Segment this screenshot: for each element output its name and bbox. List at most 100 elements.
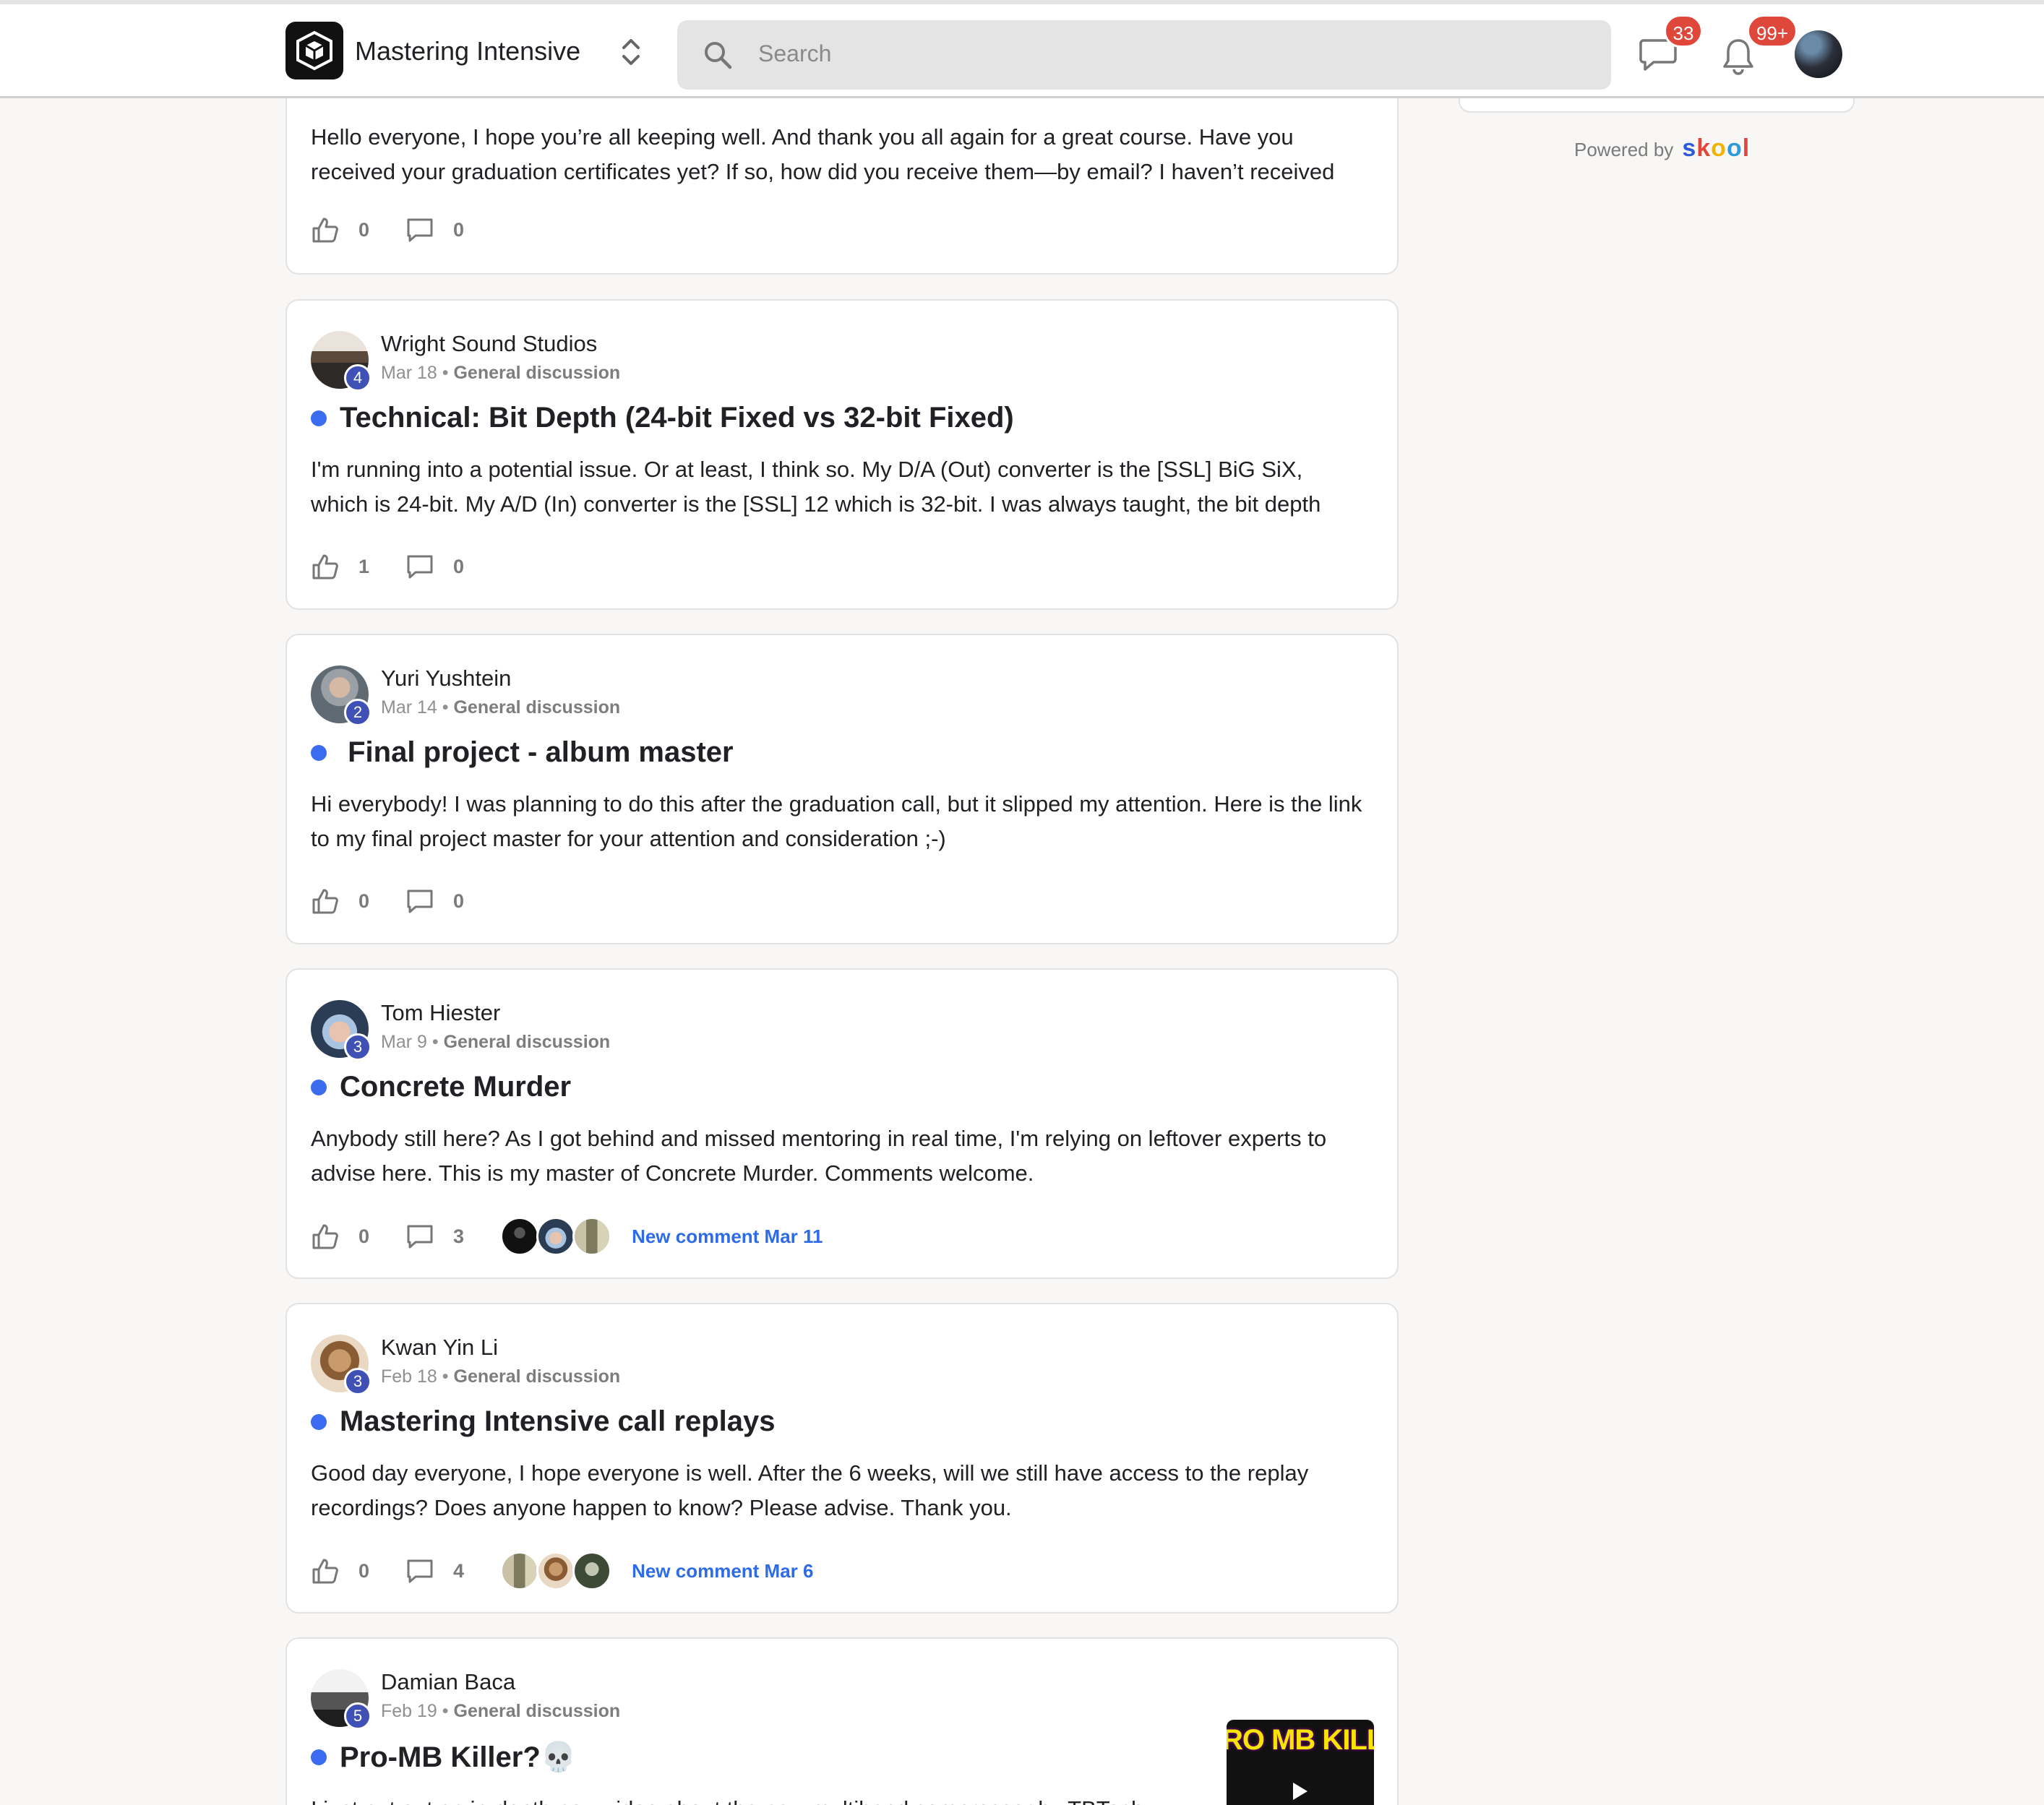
commenter-avatar — [536, 1217, 576, 1256]
author-name[interactable]: Kwan Yin Li — [381, 1335, 498, 1361]
post-meta: Mar 18 • General discussion — [381, 363, 621, 383]
author-name[interactable]: Damian Baca — [381, 1669, 515, 1695]
comment-bubble-icon[interactable] — [405, 887, 434, 916]
author-name[interactable]: Tom Hiester — [381, 1000, 500, 1026]
comment-bubble-icon[interactable] — [405, 215, 434, 244]
post-title[interactable]: Pro-MB Killer?💀 — [340, 1740, 577, 1774]
level-badge: 3 — [344, 1368, 372, 1395]
like-thumb-icon[interactable] — [311, 215, 340, 244]
commenter-avatar — [500, 1551, 540, 1590]
post-excerpt: Hello everyone, I hope you’re all keepin… — [311, 124, 1335, 184]
post-title-row[interactable]: Mastering Intensive call replays — [311, 1405, 775, 1438]
group-logo[interactable] — [285, 22, 343, 79]
commenter-avatar — [572, 1217, 612, 1256]
post-category[interactable]: General discussion — [444, 1032, 611, 1052]
post-actions: 0 0 — [311, 215, 500, 244]
author-name[interactable]: Yuri Yushtein — [381, 665, 511, 692]
commenter-avatar — [536, 1551, 576, 1590]
comment-bubble-icon[interactable] — [405, 1222, 434, 1251]
new-comment-link[interactable]: New comment Mar 11 — [632, 1225, 823, 1248]
level-badge: 3 — [344, 1033, 372, 1061]
unread-dot — [311, 410, 327, 426]
commenter-avatar — [572, 1551, 612, 1590]
post-title[interactable]: Concrete Murder — [340, 1071, 571, 1103]
post-card[interactable]: 2 Yuri Yushtein Mar 14 • General discuss… — [285, 634, 1399, 944]
like-count: 0 — [358, 218, 370, 241]
post-card[interactable]: 5 Damian Baca Feb 19 • General discussio… — [285, 1637, 1399, 1805]
author-avatar[interactable]: 5 — [311, 1669, 372, 1730]
comment-count: 0 — [453, 218, 465, 241]
video-thumbnail[interactable]: RO MB KILLER — [1227, 1720, 1374, 1805]
comment-count: 0 — [453, 889, 465, 912]
unread-dot — [311, 1413, 327, 1430]
powered-by[interactable]: Powered by skool — [1574, 134, 1750, 163]
comment-bubble-icon[interactable] — [405, 552, 434, 581]
post-title-row[interactable]: Pro-MB Killer?💀 — [311, 1740, 577, 1774]
post-title[interactable]: Mastering Intensive call replays — [340, 1405, 775, 1438]
post-category[interactable]: General discussion — [453, 363, 620, 383]
like-count: 0 — [358, 1559, 370, 1582]
like-count: 0 — [358, 889, 370, 912]
post-excerpt: Good day everyone, I hope everyone is we… — [311, 1460, 1309, 1520]
comment-count: 3 — [453, 1225, 465, 1247]
post-title-row[interactable]: Final project - album master — [311, 736, 734, 769]
post-title-row[interactable]: Concrete Murder — [311, 1071, 571, 1103]
user-avatar[interactable] — [1795, 30, 1842, 78]
comment-bubble-icon[interactable] — [405, 1556, 434, 1585]
post-actions: 1 0 — [311, 552, 500, 581]
post-category[interactable]: General discussion — [454, 1701, 621, 1721]
level-badge: 2 — [344, 699, 372, 726]
bell-icon — [1723, 39, 1753, 75]
like-thumb-icon[interactable] — [311, 552, 340, 581]
play-icon — [1293, 1783, 1307, 1800]
author-avatar[interactable]: 3 — [311, 1335, 372, 1395]
search-icon — [705, 42, 732, 69]
comment-count: 4 — [453, 1559, 465, 1582]
post-card[interactable]: 3 Kwan Yin Li Feb 18 • General discussio… — [285, 1303, 1399, 1614]
post-actions: 0 0 — [311, 887, 500, 916]
post-date: Mar 9 — [381, 1032, 427, 1052]
commenter-avatars[interactable] — [500, 1217, 612, 1256]
post-category[interactable]: General discussion — [454, 1366, 621, 1387]
author-avatar[interactable]: 3 — [311, 1000, 372, 1061]
search-input[interactable]: Search — [758, 40, 831, 67]
new-comment-link[interactable]: New comment Mar 6 — [632, 1560, 813, 1582]
comment-count: 0 — [453, 555, 465, 577]
post-excerpt: I just put out an in-depth new video abo… — [311, 1792, 1207, 1805]
unread-dot — [311, 1749, 327, 1765]
like-thumb-icon[interactable] — [311, 1222, 340, 1251]
post-actions: 0 4 New comment Mar 6 — [311, 1551, 813, 1590]
level-badge: 5 — [344, 1702, 372, 1730]
post-title-row[interactable]: Technical: Bit Depth (24-bit Fixed vs 32… — [311, 402, 1014, 434]
like-count: 0 — [358, 1225, 370, 1247]
thumbnail-title: RO MB KILLER — [1227, 1724, 1374, 1756]
post-card[interactable]: 3 Tom Hiester Mar 9 • General discussion… — [285, 968, 1399, 1279]
post-title[interactable]: Technical: Bit Depth (24-bit Fixed vs 32… — [340, 402, 1014, 434]
cube-logo-icon — [296, 30, 332, 71]
top-bar: Mastering Intensive Search 33 99+ — [0, 0, 2044, 98]
like-thumb-icon[interactable] — [311, 1556, 340, 1585]
author-avatar[interactable]: 2 — [311, 665, 372, 726]
post-actions: 0 3 New comment Mar 11 — [311, 1217, 823, 1256]
author-name[interactable]: Wright Sound Studios — [381, 331, 597, 357]
commenter-avatars[interactable] — [500, 1551, 612, 1590]
post-date: Mar 14 — [381, 697, 437, 718]
post-card[interactable]: 4 Wright Sound Studios Mar 18 • General … — [285, 299, 1399, 610]
post-excerpt: Anybody still here? As I got behind and … — [311, 1126, 1327, 1186]
like-thumb-icon[interactable] — [311, 887, 340, 916]
group-switcher-chevron-icon[interactable] — [618, 35, 644, 69]
notifications-count-badge: 99+ — [1747, 14, 1798, 48]
post-date: Feb 19 — [381, 1701, 437, 1721]
post-title[interactable]: Final project - album master — [340, 736, 733, 769]
post-excerpt: Hi everybody! I was planning to do this … — [311, 791, 1362, 851]
powered-by-label: Powered by — [1574, 139, 1674, 160]
level-badge: 4 — [344, 364, 372, 392]
like-count: 1 — [358, 555, 370, 577]
search-bar[interactable]: Search — [677, 20, 1611, 90]
post-meta: Mar 14 • General discussion — [381, 697, 621, 718]
post-category[interactable]: General discussion — [453, 697, 620, 718]
group-name[interactable]: Mastering Intensive — [355, 36, 580, 66]
skool-logo: skool — [1682, 134, 1751, 162]
author-avatar[interactable]: 4 — [311, 331, 372, 392]
notifications-button[interactable] — [1722, 36, 1755, 75]
